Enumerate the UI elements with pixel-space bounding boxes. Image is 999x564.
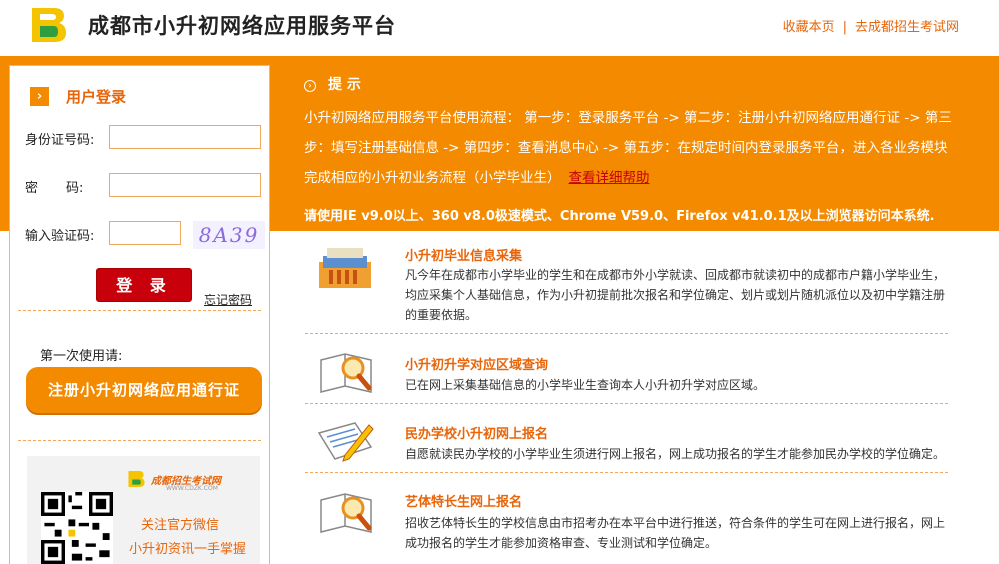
site-logo[interactable] [30,6,70,44]
password-input[interactable] [109,173,261,197]
service-title[interactable]: 小升初升学对应区域查询 [405,354,548,373]
tips-heading-text: 提 示 [328,77,361,93]
captcha-input[interactable] [109,221,181,245]
pencil-paper-icon [317,422,374,462]
service-title[interactable]: 艺体特长生网上报名 [405,491,522,510]
magnifier-book-icon [320,353,372,393]
wechat-promo: 成都招生考试网 WWW.CDZK.COM 关注官方微信 小升初资讯一手掌握 [27,456,260,564]
password-label-part1: 密 [25,181,39,196]
service-title[interactable]: 民办学校小升初网上报名 [405,423,548,442]
password-label-part2: 码: [66,181,84,196]
magnifier-book-icon [320,493,372,533]
promo-tagline: 小升初资讯一手掌握 [129,542,247,557]
id-number-input[interactable] [109,125,261,149]
brand-url: WWW.CDZK.COM [166,485,218,492]
captcha-image[interactable]: 8A39 [193,221,265,249]
link-separator: | [842,20,847,35]
service-description: 已在网上采集基础信息的小学毕业生查询本人小升初升学对应区域。 [405,378,766,392]
divider [18,310,261,311]
help-link[interactable]: 查看详细帮助 [569,170,650,186]
tips-heading: › 提 示 [304,74,361,94]
divider [305,333,948,334]
header: 成都市小升初网络应用服务平台 收藏本页 | 去成都招生考试网 [0,0,999,56]
login-panel: › 用户登录 身份证号码: 密 码: 输入验证码: 8A39 登 录 忘记密码 第… [9,65,270,564]
browser-notice: 请使用IE v9.0以上、360 v8.0极速模式、Chrome V59.0、F… [304,209,935,224]
register-button[interactable]: 注册小升初网络应用通行证 [26,367,262,413]
service-description: 凡今年在成都市小学毕业的学生和在成都市外小学就读、回成都市就读初中的成都市户籍小… [405,268,946,322]
first-use-label: 第一次使用请: [40,349,123,364]
forgot-password-link[interactable]: 忘记密码 [204,291,252,308]
exam-site-link[interactable]: 去成都招生考试网 [855,20,959,35]
chevron-circle-icon: › [304,80,316,92]
bookmark-link[interactable]: 收藏本页 [783,20,835,35]
password-label: 密 码: [25,177,83,196]
brand-logo-icon [128,470,145,488]
chevron-right-icon: › [30,87,49,106]
service-title[interactable]: 小升初毕业信息采集 [405,245,522,264]
divider [18,440,261,441]
divider [305,472,948,473]
captcha-label: 输入验证码: [25,229,95,244]
books-icon [319,248,371,288]
service-description: 招收艺体特长生的学校信息由市招考办在本平台中进行推送，符合条件的学生可在网上进行… [405,516,946,550]
login-title: 用户登录 [66,88,127,106]
id-number-label: 身份证号码: [25,133,95,148]
divider [305,403,948,404]
top-links: 收藏本页 | 去成都招生考试网 [783,16,959,35]
tips-flow: 小升初网络应用服务平台使用流程： 第一步：登录服务平台 -> 第二步：注册小升初… [304,103,954,193]
site-title: 成都市小升初网络应用服务平台 [88,14,396,38]
login-button[interactable]: 登 录 [96,268,192,302]
service-description: 自愿就读民办学校的小学毕业生须进行网上报名，网上成功报名的学生才能参加民办学校的… [405,447,946,461]
qr-code-icon[interactable] [41,492,113,564]
follow-wechat-text: 关注官方微信 [141,518,220,533]
